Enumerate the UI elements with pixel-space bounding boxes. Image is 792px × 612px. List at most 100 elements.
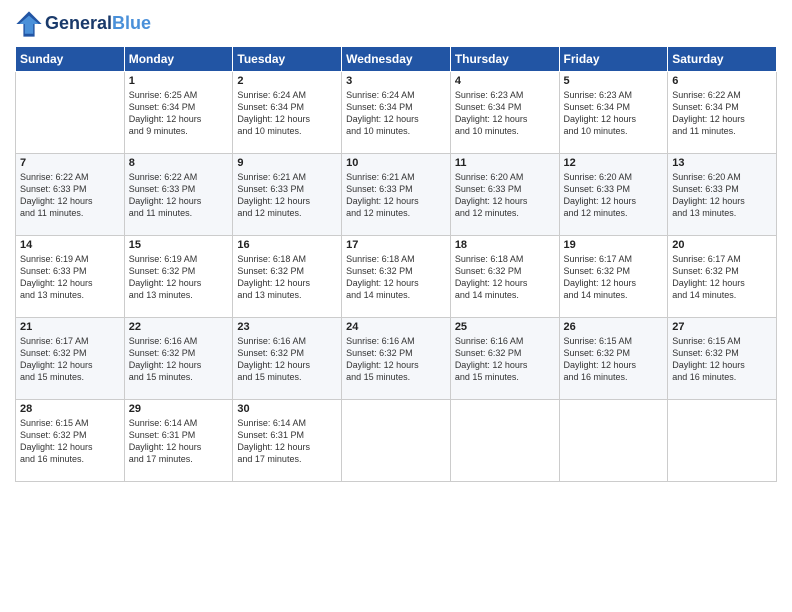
calendar-cell: 20 Sunrise: 6:17 AM Sunset: 6:32 PM Dayli…: [668, 236, 777, 318]
day-number: 15: [129, 239, 229, 251]
weekday-header-row: SundayMondayTuesdayWednesdayThursdayFrid…: [16, 47, 777, 72]
day-info: Sunrise: 6:24 AM Sunset: 6:34 PM Dayligh…: [346, 89, 446, 138]
day-number: 27: [672, 321, 772, 333]
day-number: 2: [237, 75, 337, 87]
week-row-2: 7 Sunrise: 6:22 AM Sunset: 6:33 PM Daylig…: [16, 154, 777, 236]
calendar-cell: 3 Sunrise: 6:24 AM Sunset: 6:34 PM Daylig…: [342, 72, 451, 154]
day-number: 8: [129, 157, 229, 169]
calendar-cell: 15Sunrise: 6:19 AM Sunset: 6:32 PM Dayli…: [124, 236, 233, 318]
day-number: 12: [564, 157, 664, 169]
calendar-cell: 13 Sunrise: 6:20 AM Sunset: 6:33 PM Dayli…: [668, 154, 777, 236]
day-number: 19: [564, 239, 664, 251]
calendar-cell: 7 Sunrise: 6:22 AM Sunset: 6:33 PM Daylig…: [16, 154, 125, 236]
day-number: 29: [129, 403, 229, 415]
day-info: Sunrise: 6:17 AM Sunset: 6:32 PM Dayligh…: [672, 253, 772, 302]
day-info: Sunrise: 6:20 AM Sunset: 6:33 PM Dayligh…: [455, 171, 555, 220]
calendar-cell: [450, 400, 559, 482]
calendar-cell: 27 Sunrise: 6:15 AM Sunset: 6:32 PM Dayli…: [668, 318, 777, 400]
week-row-3: 14 Sunrise: 6:19 AM Sunset: 6:33 PM Dayli…: [16, 236, 777, 318]
day-info: Sunrise: 6:16 AM Sunset: 6:32 PM Dayligh…: [129, 335, 229, 384]
weekday-saturday: Saturday: [668, 47, 777, 72]
page: GeneralBlue SundayMondayTuesdayWednesday…: [0, 0, 792, 612]
day-info: Sunrise: 6:22 AM Sunset: 6:33 PM Dayligh…: [129, 171, 229, 220]
day-number: 3: [346, 75, 446, 87]
day-number: 17: [346, 239, 446, 251]
calendar-cell: 28Sunrise: 6:15 AM Sunset: 6:32 PM Dayli…: [16, 400, 125, 482]
calendar-cell: 21 Sunrise: 6:17 AM Sunset: 6:32 PM Dayli…: [16, 318, 125, 400]
day-number: 21: [20, 321, 120, 333]
logo: GeneralBlue: [15, 10, 151, 38]
day-info: Sunrise: 6:23 AM Sunset: 6:34 PM Dayligh…: [564, 89, 664, 138]
calendar-cell: 26Sunrise: 6:15 AM Sunset: 6:32 PM Dayli…: [559, 318, 668, 400]
day-info: Sunrise: 6:14 AM Sunset: 6:31 PM Dayligh…: [129, 417, 229, 466]
day-number: 20: [672, 239, 772, 251]
day-number: 11: [455, 157, 555, 169]
day-number: 26: [564, 321, 664, 333]
calendar-cell: [16, 72, 125, 154]
day-info: Sunrise: 6:17 AM Sunset: 6:32 PM Dayligh…: [564, 253, 664, 302]
calendar-cell: 25 Sunrise: 6:16 AM Sunset: 6:32 PM Dayli…: [450, 318, 559, 400]
calendar-cell: 8 Sunrise: 6:22 AM Sunset: 6:33 PM Daylig…: [124, 154, 233, 236]
calendar-cell: 24 Sunrise: 6:16 AM Sunset: 6:32 PM Dayli…: [342, 318, 451, 400]
calendar-cell: 9 Sunrise: 6:21 AM Sunset: 6:33 PM Daylig…: [233, 154, 342, 236]
calendar-cell: 11 Sunrise: 6:20 AM Sunset: 6:33 PM Dayli…: [450, 154, 559, 236]
day-number: 10: [346, 157, 446, 169]
day-info: Sunrise: 6:18 AM Sunset: 6:32 PM Dayligh…: [237, 253, 337, 302]
day-number: 4: [455, 75, 555, 87]
day-number: 25: [455, 321, 555, 333]
calendar-cell: 14 Sunrise: 6:19 AM Sunset: 6:33 PM Dayli…: [16, 236, 125, 318]
day-number: 1: [129, 75, 229, 87]
day-number: 7: [20, 157, 120, 169]
calendar-cell: 30 Sunrise: 6:14 AM Sunset: 6:31 PM Dayli…: [233, 400, 342, 482]
day-info: Sunrise: 6:16 AM Sunset: 6:32 PM Dayligh…: [346, 335, 446, 384]
day-info: Sunrise: 6:15 AM Sunset: 6:32 PM Dayligh…: [20, 417, 120, 466]
day-info: Sunrise: 6:22 AM Sunset: 6:34 PM Dayligh…: [672, 89, 772, 138]
day-info: Sunrise: 6:14 AM Sunset: 6:31 PM Dayligh…: [237, 417, 337, 466]
day-info: Sunrise: 6:15 AM Sunset: 6:32 PM Dayligh…: [672, 335, 772, 384]
calendar-cell: 2 Sunrise: 6:24 AM Sunset: 6:34 PM Daylig…: [233, 72, 342, 154]
calendar-cell: 5 Sunrise: 6:23 AM Sunset: 6:34 PM Daylig…: [559, 72, 668, 154]
calendar-cell: 16Sunrise: 6:18 AM Sunset: 6:32 PM Dayli…: [233, 236, 342, 318]
day-info: Sunrise: 6:22 AM Sunset: 6:33 PM Dayligh…: [20, 171, 120, 220]
calendar-cell: 1Sunrise: 6:25 AM Sunset: 6:34 PM Daylig…: [124, 72, 233, 154]
day-info: Sunrise: 6:21 AM Sunset: 6:33 PM Dayligh…: [237, 171, 337, 220]
calendar-cell: 6 Sunrise: 6:22 AM Sunset: 6:34 PM Daylig…: [668, 72, 777, 154]
day-info: Sunrise: 6:16 AM Sunset: 6:32 PM Dayligh…: [455, 335, 555, 384]
calendar-cell: 29 Sunrise: 6:14 AM Sunset: 6:31 PM Dayli…: [124, 400, 233, 482]
calendar-cell: 22 Sunrise: 6:16 AM Sunset: 6:32 PM Dayli…: [124, 318, 233, 400]
calendar-cell: [668, 400, 777, 482]
calendar: SundayMondayTuesdayWednesdayThursdayFrid…: [15, 46, 777, 482]
calendar-cell: 23Sunrise: 6:16 AM Sunset: 6:32 PM Dayli…: [233, 318, 342, 400]
logo-icon: [15, 10, 43, 38]
calendar-cell: 4 Sunrise: 6:23 AM Sunset: 6:34 PM Daylig…: [450, 72, 559, 154]
day-number: 24: [346, 321, 446, 333]
weekday-monday: Monday: [124, 47, 233, 72]
day-info: Sunrise: 6:18 AM Sunset: 6:32 PM Dayligh…: [455, 253, 555, 302]
week-row-1: 1Sunrise: 6:25 AM Sunset: 6:34 PM Daylig…: [16, 72, 777, 154]
day-info: Sunrise: 6:19 AM Sunset: 6:33 PM Dayligh…: [20, 253, 120, 302]
day-info: Sunrise: 6:24 AM Sunset: 6:34 PM Dayligh…: [237, 89, 337, 138]
weekday-sunday: Sunday: [16, 47, 125, 72]
day-number: 14: [20, 239, 120, 251]
day-number: 5: [564, 75, 664, 87]
day-number: 13: [672, 157, 772, 169]
day-number: 18: [455, 239, 555, 251]
day-number: 6: [672, 75, 772, 87]
day-number: 9: [237, 157, 337, 169]
day-info: Sunrise: 6:23 AM Sunset: 6:34 PM Dayligh…: [455, 89, 555, 138]
week-row-5: 28Sunrise: 6:15 AM Sunset: 6:32 PM Dayli…: [16, 400, 777, 482]
weekday-wednesday: Wednesday: [342, 47, 451, 72]
calendar-cell: 17 Sunrise: 6:18 AM Sunset: 6:32 PM Dayli…: [342, 236, 451, 318]
day-info: Sunrise: 6:18 AM Sunset: 6:32 PM Dayligh…: [346, 253, 446, 302]
week-row-4: 21 Sunrise: 6:17 AM Sunset: 6:32 PM Dayli…: [16, 318, 777, 400]
day-info: Sunrise: 6:16 AM Sunset: 6:32 PM Dayligh…: [237, 335, 337, 384]
weekday-friday: Friday: [559, 47, 668, 72]
day-info: Sunrise: 6:21 AM Sunset: 6:33 PM Dayligh…: [346, 171, 446, 220]
day-number: 30: [237, 403, 337, 415]
day-info: Sunrise: 6:17 AM Sunset: 6:32 PM Dayligh…: [20, 335, 120, 384]
day-info: Sunrise: 6:20 AM Sunset: 6:33 PM Dayligh…: [564, 171, 664, 220]
logo-text: GeneralBlue: [45, 14, 151, 34]
day-number: 22: [129, 321, 229, 333]
day-info: Sunrise: 6:20 AM Sunset: 6:33 PM Dayligh…: [672, 171, 772, 220]
weekday-thursday: Thursday: [450, 47, 559, 72]
